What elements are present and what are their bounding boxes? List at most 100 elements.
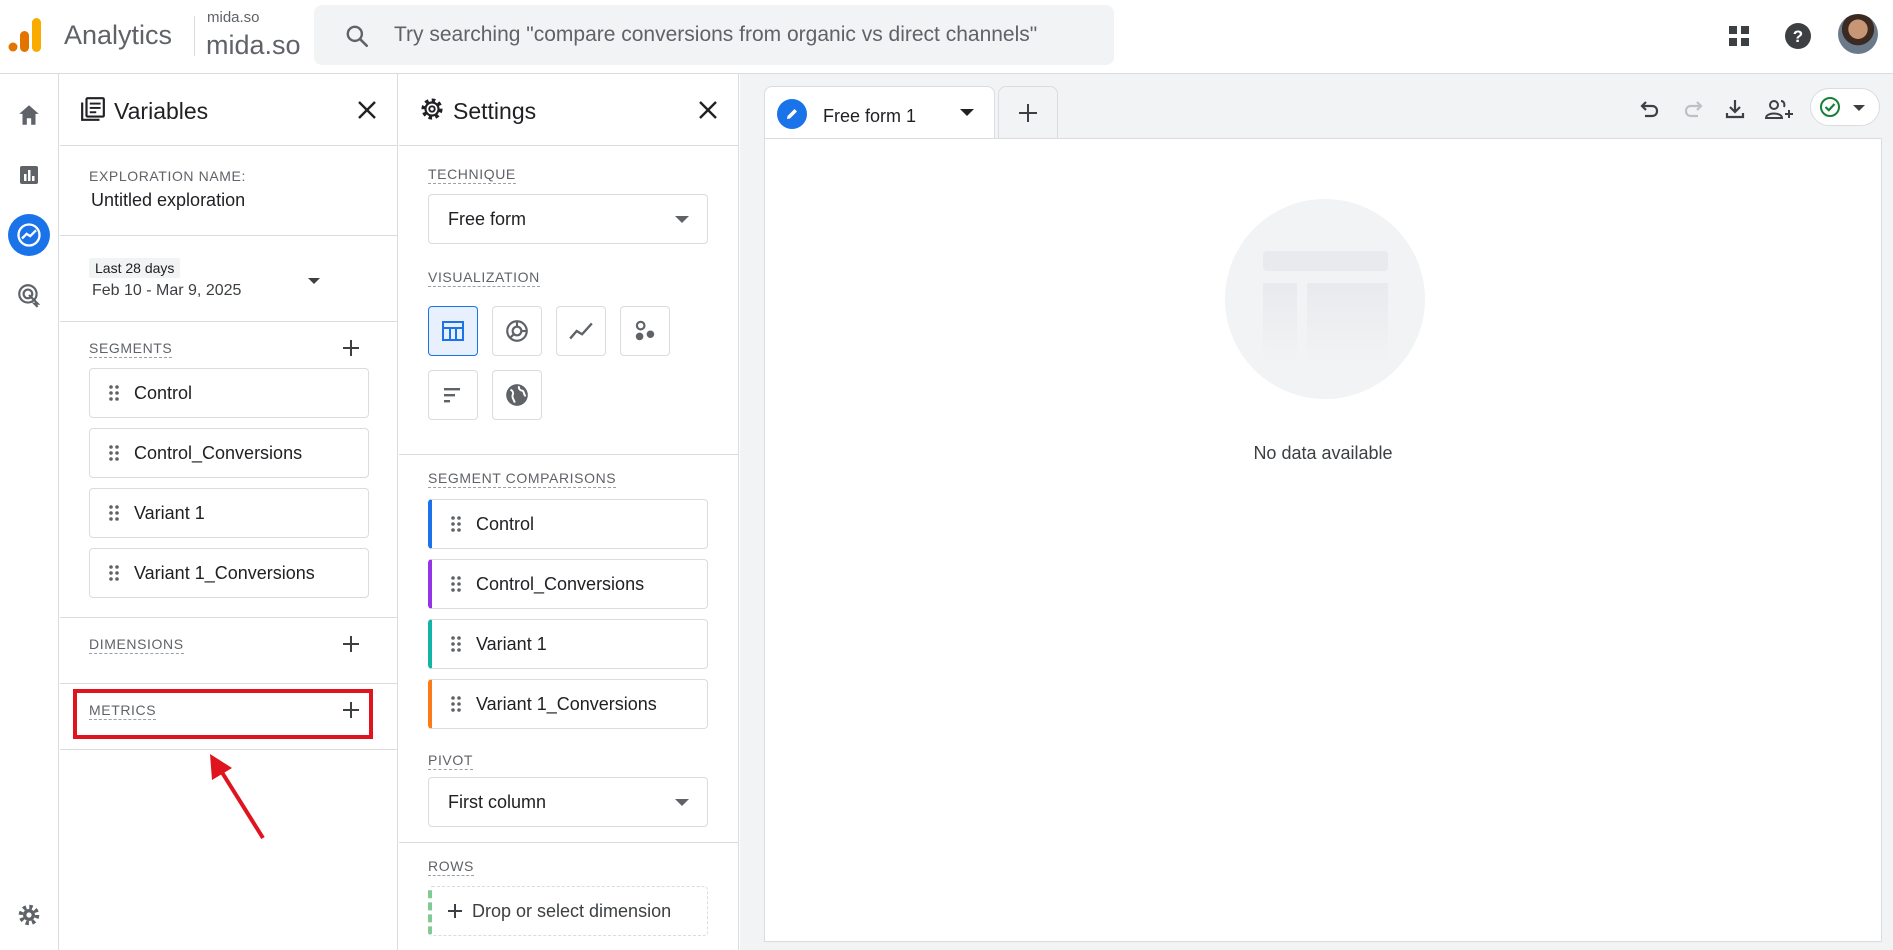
- drag-handle-icon[interactable]: [108, 444, 120, 462]
- segment-comparison-chip[interactable]: Control: [428, 499, 708, 549]
- divider: [60, 321, 397, 322]
- annotation-arrow: [210, 754, 265, 840]
- chevron-down-icon: [675, 216, 689, 223]
- tab-free-form-1[interactable]: Free form 1: [764, 86, 995, 138]
- drag-handle-icon[interactable]: [450, 695, 462, 713]
- divider: [399, 842, 738, 843]
- share-icon[interactable]: [1762, 92, 1796, 126]
- date-range-picker[interactable]: Last 28 days Feb 10 - Mar 9, 2025: [89, 258, 353, 308]
- close-variables-button[interactable]: [353, 96, 381, 124]
- segment-chip[interactable]: Control_Conversions: [89, 428, 369, 478]
- exploration-canvas: No data available: [764, 138, 1882, 942]
- segment-label: Control: [134, 382, 193, 403]
- close-settings-button[interactable]: [694, 96, 722, 124]
- line-chart-icon: [569, 322, 593, 340]
- table-icon: [442, 321, 464, 341]
- segment-comparison-label: Variant 1_Conversions: [476, 693, 657, 714]
- scatter-plot-icon: [635, 320, 655, 341]
- donut-chart-icon: [506, 320, 528, 342]
- variables-header: Variables: [60, 74, 397, 146]
- user-avatar[interactable]: [1838, 14, 1878, 54]
- rows-label: ROWS: [428, 858, 474, 876]
- add-dimension-button[interactable]: [338, 631, 364, 657]
- reports-icon[interactable]: [8, 154, 50, 196]
- divider: [60, 617, 397, 618]
- apps-grid-icon[interactable]: [1721, 18, 1757, 54]
- viz-scatter-button[interactable]: [620, 306, 670, 356]
- redo-icon[interactable]: [1677, 92, 1711, 126]
- segment-comparisons-label: SEGMENT COMPARISONS: [428, 470, 617, 488]
- technique-select[interactable]: Free form: [428, 194, 708, 244]
- viz-geo-button[interactable]: [492, 370, 542, 420]
- exploration-name-label: EXPLORATION NAME:: [89, 168, 246, 184]
- exploration-name-field[interactable]: Untitled exploration: [91, 190, 245, 211]
- drag-handle-icon[interactable]: [108, 384, 120, 402]
- explore-icon[interactable]: [8, 214, 50, 256]
- rows-drop-text: Drop or select dimension: [472, 900, 672, 921]
- add-segment-button[interactable]: [338, 335, 364, 361]
- left-nav-rail: [0, 74, 59, 950]
- segment-comparison-chip[interactable]: Variant 1: [428, 619, 708, 669]
- plus-icon: [343, 340, 359, 356]
- segment-label: Variant 1_Conversions: [134, 562, 315, 583]
- tab-label: Free form 1: [823, 106, 917, 126]
- bar-chart-icon: [444, 388, 460, 403]
- admin-gear-icon[interactable]: [8, 894, 50, 936]
- settings-header: Settings: [399, 74, 738, 146]
- visualization-label: VISUALIZATION: [428, 269, 540, 287]
- geo-map-icon: [506, 384, 528, 406]
- segment-comparison-chip[interactable]: Control_Conversions: [428, 559, 708, 609]
- drag-handle-icon[interactable]: [108, 504, 120, 522]
- add-tab-button[interactable]: [998, 86, 1058, 138]
- segment-comparison-label: Variant 1: [476, 633, 547, 654]
- plus-icon: [1019, 103, 1037, 122]
- viz-line-button[interactable]: [556, 306, 606, 356]
- segment-label: Control_Conversions: [134, 442, 303, 463]
- empty-table-illustration: [1225, 199, 1425, 399]
- variables-title: Variables: [114, 98, 209, 124]
- drag-handle-icon[interactable]: [108, 564, 120, 582]
- chevron-down-icon[interactable]: [960, 109, 974, 116]
- date-range-text: Feb 10 - Mar 9, 2025: [92, 282, 242, 299]
- settings-panel: Settings TECHNIQUE Free form VISUALIZATI…: [399, 74, 739, 950]
- svg-text:?: ?: [1793, 27, 1803, 46]
- download-icon[interactable]: [1718, 92, 1752, 126]
- undo-icon[interactable]: [1632, 92, 1666, 126]
- viz-donut-button[interactable]: [492, 306, 542, 356]
- metrics-highlight-box: [73, 689, 373, 739]
- home-icon[interactable]: [8, 94, 50, 136]
- chevron-down-icon: [308, 278, 320, 284]
- rows-drop-zone[interactable]: Drop or select dimension: [428, 886, 708, 936]
- plus-icon: [343, 636, 359, 652]
- help-icon[interactable]: ?: [1780, 18, 1816, 54]
- segment-chip[interactable]: Control: [89, 368, 369, 418]
- close-icon: [699, 101, 717, 119]
- pencil-icon[interactable]: [777, 99, 807, 129]
- advertising-icon[interactable]: [8, 274, 50, 316]
- check-status-icon: [1820, 97, 1840, 117]
- search-input[interactable]: [394, 15, 1094, 55]
- date-range-badge: Last 28 days: [89, 258, 181, 278]
- app-name: Analytics: [64, 20, 173, 50]
- account-name-small[interactable]: mida.so: [207, 9, 260, 26]
- top-bar: Analytics mida.so mida.so ?: [0, 0, 1893, 74]
- drag-handle-icon[interactable]: [450, 515, 462, 533]
- drag-handle-icon[interactable]: [450, 635, 462, 653]
- close-icon: [358, 101, 376, 119]
- divider: [60, 683, 397, 684]
- segment-chip[interactable]: Variant 1: [89, 488, 369, 538]
- drag-handle-icon[interactable]: [450, 575, 462, 593]
- search-bar[interactable]: [314, 5, 1114, 65]
- viz-bar-button[interactable]: [428, 370, 478, 420]
- settings-title: Settings: [453, 98, 537, 124]
- segment-comparison-chip[interactable]: Variant 1_Conversions: [428, 679, 708, 729]
- analytics-logo-icon[interactable]: [8, 16, 44, 54]
- segment-chip[interactable]: Variant 1_Conversions: [89, 548, 369, 598]
- variables-list-icon: [81, 97, 105, 121]
- segment-comparison-label: Control_Conversions: [476, 573, 645, 594]
- property-name[interactable]: mida.so: [206, 30, 301, 61]
- save-status-button[interactable]: [1810, 88, 1880, 126]
- viz-table-button[interactable]: [428, 306, 478, 356]
- divider: [60, 235, 397, 236]
- pivot-select[interactable]: First column: [428, 777, 708, 827]
